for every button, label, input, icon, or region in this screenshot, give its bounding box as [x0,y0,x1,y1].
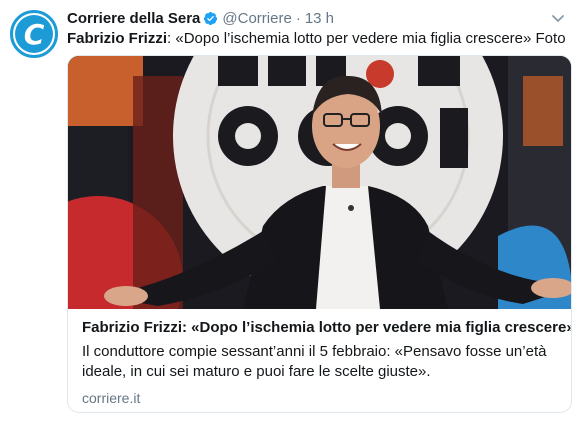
verified-badge-icon [204,11,218,25]
tweet-timestamp[interactable]: 13 h [305,10,334,27]
card-body: Fabrizio Frizzi: «Dopo l’ischemia lotto … [82,318,571,406]
card-title[interactable]: Fabrizio Frizzi: «Dopo l’ischemia lotto … [82,318,571,338]
chevron-down-icon[interactable] [550,10,566,26]
link-card[interactable]: Fabrizio Frizzi: «Dopo l’ischemia lotto … [67,55,572,413]
tweet-text-rest: : «Dopo l’ischemia lotto per vedere mia … [167,30,566,47]
tweet-text-bold: Fabrizio Frizzi [67,30,168,47]
avatar[interactable]: C [10,10,58,58]
separator-dot: · [295,9,301,27]
card-image[interactable] [68,56,571,309]
avatar-letter: C [23,17,45,51]
card-description: Il conduttore compie sessant’anni il 5 f… [82,343,547,380]
tweet-text: Fabrizio Frizzi: «Dopo l’ischemia lotto … [67,29,568,48]
card-domain[interactable]: corriere.it [82,390,561,406]
author-handle[interactable]: @Corriere [222,10,291,27]
card-photo-illustration [68,56,571,309]
tweet-header: Corriere della Sera @Corriere · 13 h [67,7,538,29]
corriere-logo: C [15,15,53,53]
author-name[interactable]: Corriere della Sera [67,10,200,27]
